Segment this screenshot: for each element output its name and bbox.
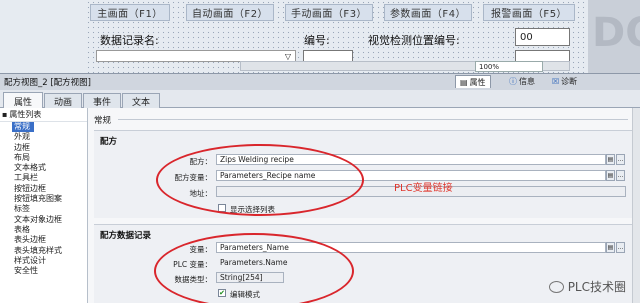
properties-icon: ▤ bbox=[460, 77, 468, 87]
tab-properties-right[interactable]: ▤ 属性 bbox=[455, 75, 491, 88]
plc-link-annotation: PLC变量链接 bbox=[394, 183, 453, 194]
diagnostics-icon: ☒ bbox=[552, 77, 560, 86]
nav-item-general[interactable]: 常规 bbox=[12, 122, 34, 133]
recipe-group-title: 配方 bbox=[100, 137, 118, 147]
tab-animations[interactable]: 动画 bbox=[44, 93, 82, 108]
inspector-title: 配方视图_2 [配方视图] bbox=[0, 73, 640, 90]
nav-button-params[interactable]: 参数画面（F4） bbox=[384, 4, 472, 21]
hmi-canvas[interactable]: 主画面（F1） 自动画面（F2） 手动画面（F3） 参数画面（F4） 报警画面（… bbox=[0, 0, 640, 73]
nav-button-auto[interactable]: 自动画面（F2） bbox=[186, 4, 274, 21]
nav-item-header-fill[interactable]: 表头填充样式 bbox=[0, 246, 87, 256]
deco-text: DOC bbox=[592, 10, 640, 56]
nav-item-button-fill[interactable]: 按钮填充图案 bbox=[0, 194, 87, 204]
nav-item-style-design[interactable]: 样式设计 bbox=[0, 256, 87, 266]
record-variable-more-button[interactable]: … bbox=[616, 242, 625, 253]
section-general-title: 常规 bbox=[94, 116, 112, 126]
nav-button-main[interactable]: 主画面（F1） bbox=[90, 4, 170, 21]
nav-button-manual[interactable]: 手动画面（F3） bbox=[285, 4, 373, 21]
tab-diagnostics[interactable]: ☒ 诊断 bbox=[548, 75, 581, 88]
data-record-label: 数据记录名: bbox=[100, 34, 159, 47]
recipe-variable-more-button[interactable]: … bbox=[616, 170, 625, 181]
nav-button-alarm[interactable]: 报警画面（F5） bbox=[483, 4, 575, 21]
canvas-decoration: DOC bbox=[588, 0, 640, 73]
watermark: PLC技术圈 bbox=[548, 278, 626, 295]
tab-texts[interactable]: 文本 bbox=[122, 93, 160, 108]
number-label: 编号: bbox=[304, 34, 330, 47]
recipe-more-button[interactable]: … bbox=[616, 154, 625, 165]
nav-item-header-border[interactable]: 表头边框 bbox=[0, 235, 87, 245]
property-tabs: 属性 动画 事件 文本 bbox=[0, 90, 640, 109]
nav-item-security[interactable]: 安全性 bbox=[0, 266, 87, 276]
tab-info[interactable]: ⓘ 信息 bbox=[505, 75, 539, 88]
recipe-group: 配方 配方： Zips Welding recipe ▤ … 配方变量： Par… bbox=[94, 130, 634, 218]
property-panel: 常规 配方 配方： Zips Welding recipe ▤ … 配方变量： … bbox=[88, 108, 640, 303]
tab-properties[interactable]: 属性 bbox=[3, 92, 43, 109]
nav-item-text-object-border[interactable]: 文本对象边框 bbox=[0, 215, 87, 225]
vision-position-label: 视觉检测位置编号: bbox=[368, 34, 460, 47]
nav-item-appearance[interactable]: 外观 bbox=[0, 132, 87, 142]
nav-item-toolbar[interactable]: 工具栏 bbox=[0, 173, 87, 183]
watermark-text: PLC技术圈 bbox=[567, 280, 626, 294]
tab-events[interactable]: 事件 bbox=[83, 93, 121, 108]
tab-info-label: 信息 bbox=[519, 77, 535, 86]
zoom-select[interactable]: 100% bbox=[475, 61, 543, 72]
property-vscrollbar[interactable] bbox=[632, 108, 640, 303]
record-variable-browse-icon[interactable]: ▤ bbox=[606, 242, 615, 253]
highlight-oval bbox=[156, 144, 364, 216]
property-list-title: 属性列表 bbox=[9, 110, 42, 119]
property-list-header[interactable]: ▪ 属性列表 bbox=[0, 108, 87, 122]
collapse-icon: ▪ bbox=[2, 110, 8, 119]
tab-properties-right-label: 属性 bbox=[469, 77, 486, 87]
recipe-variable-browse-icon[interactable]: ▤ bbox=[606, 170, 615, 181]
nav-item-layout[interactable]: 布局 bbox=[0, 153, 87, 163]
wechat-logo-icon bbox=[548, 280, 564, 293]
nav-item-button-border[interactable]: 按钮边框 bbox=[0, 184, 87, 194]
nav-item-text-format[interactable]: 文本格式 bbox=[0, 163, 87, 173]
tab-diagnostics-label: 诊断 bbox=[561, 77, 578, 86]
chevron-down-icon: ▽ bbox=[284, 51, 291, 61]
highlight-oval-record bbox=[154, 233, 354, 303]
recipe-record-group-title: 配方数据记录 bbox=[100, 231, 152, 241]
property-list: ▪ 属性列表 常规 外观 边框 布局 文本格式 工具栏 按钮边框 按钮填充图案 … bbox=[0, 108, 88, 303]
nav-item-border[interactable]: 边框 bbox=[0, 143, 87, 153]
vision-position-field[interactable]: 00 bbox=[515, 28, 570, 46]
recipe-browse-icon[interactable]: ▤ bbox=[606, 154, 615, 165]
info-icon: ⓘ bbox=[509, 77, 517, 86]
divider bbox=[118, 119, 628, 120]
nav-item-label[interactable]: 标签 bbox=[0, 204, 87, 214]
nav-item-table[interactable]: 表格 bbox=[0, 225, 87, 235]
